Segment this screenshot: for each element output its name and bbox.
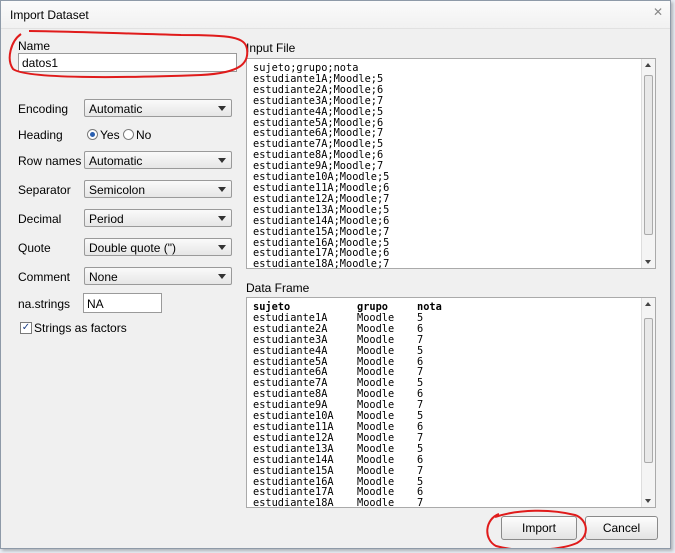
table-cell: 7 [417, 366, 424, 379]
table-cell: Moodle [357, 497, 395, 508]
encoding-value: Automatic [89, 102, 143, 116]
table-cell: 6 [417, 322, 424, 335]
table-cell: Moodle [357, 333, 395, 346]
scroll-up-icon[interactable] [645, 63, 651, 67]
decimal-label: Decimal [18, 212, 62, 226]
na-strings-input[interactable]: NA [83, 293, 162, 313]
table-cell: 6 [417, 355, 424, 368]
input-file-line: estudiante14A;Moodle;6 [253, 214, 390, 227]
table-cell: 5 [417, 377, 424, 390]
separator-select[interactable]: Semicolon [84, 180, 232, 198]
table-cell: estudiante3A [253, 333, 328, 346]
heading-no-radio[interactable] [123, 129, 134, 140]
table-cell: 5 [417, 344, 424, 357]
input-file-panel[interactable]: sujeto;grupo;nota estudiante1A;Moodle;5 es… [246, 58, 656, 269]
encoding-label: Encoding [18, 102, 69, 116]
scroll-up-icon[interactable] [645, 302, 651, 306]
cancel-button[interactable]: Cancel [585, 516, 658, 540]
table-cell: 7 [417, 333, 424, 346]
table-cell: 5 [417, 311, 424, 324]
table-cell: 5 [417, 442, 424, 455]
input-file-label: Input File [246, 41, 296, 55]
table-cell: 7 [417, 497, 424, 508]
table-cell: 5 [417, 475, 424, 488]
row-names-value: Automatic [89, 154, 143, 168]
na-strings-label: na.strings [18, 297, 71, 311]
dialog-title: Import Dataset [10, 8, 89, 22]
data-frame-table: sujeto grupo nota estudiante1A Moodle 5 estudi… [253, 301, 457, 508]
table-cell: estudiante14A [253, 453, 334, 466]
table-cell: Moodle [357, 453, 395, 466]
encoding-select[interactable]: Automatic [84, 99, 232, 117]
import-button[interactable]: Import [501, 516, 577, 540]
table-cell: 7 [417, 464, 424, 477]
comment-select[interactable]: None [84, 267, 232, 285]
title-bar: Import Dataset ✕ [1, 1, 670, 29]
comment-value: None [89, 270, 118, 284]
data-frame-scrollbar[interactable] [641, 298, 655, 507]
import-dataset-dialog: Import Dataset ✕ Name datos1 Encoding Au… [0, 0, 671, 549]
table-cell: 7 [417, 431, 424, 444]
name-label: Name [18, 39, 51, 53]
table-cell: 6 [417, 388, 424, 401]
chevron-down-icon [218, 106, 226, 111]
heading-no-label: No [136, 128, 152, 142]
table-cell: estudiante15A [253, 464, 334, 477]
name-input[interactable]: datos1 [18, 53, 237, 72]
table-cell: estudiante4A [253, 344, 328, 357]
table-cell: Moodle [357, 344, 395, 357]
quote-select[interactable]: Double quote (") [84, 238, 232, 256]
data-frame-label: Data Frame [246, 281, 310, 295]
comment-label: Comment [18, 270, 71, 284]
separator-value: Semicolon [89, 183, 146, 197]
input-file-scrollbar[interactable] [641, 59, 655, 268]
row-names-select[interactable]: Automatic [84, 151, 232, 169]
input-file-text: sujeto;grupo;nota estudiante1A;Moodle;5 es… [253, 63, 390, 269]
scroll-thumb[interactable] [644, 75, 653, 235]
decimal-value: Period [89, 212, 124, 226]
separator-label: Separator [18, 183, 71, 197]
table-cell: Moodle [357, 464, 395, 477]
decimal-select[interactable]: Period [84, 209, 232, 227]
table-cell: 7 [417, 399, 424, 412]
input-file-line: estudiante3A;Moodle;7 [253, 94, 384, 107]
table-cell: 6 [417, 486, 424, 499]
chevron-down-icon [218, 187, 226, 192]
table-cell: estudiante18A [253, 497, 334, 508]
input-file-line: estudiante4A;Moodle;5 [253, 105, 384, 118]
close-icon[interactable]: ✕ [651, 5, 665, 19]
na-strings-value: NA [87, 297, 104, 311]
strings-as-factors-label: Strings as factors [34, 321, 127, 335]
chevron-down-icon [218, 274, 226, 279]
heading-yes-radio[interactable] [87, 129, 98, 140]
quote-label: Quote [18, 241, 51, 255]
heading-label: Heading [18, 128, 63, 142]
name-input-value: datos1 [22, 56, 59, 70]
chevron-down-icon [218, 245, 226, 250]
heading-yes-label: Yes [100, 128, 120, 142]
table-cell: 5 [417, 410, 424, 423]
input-file-line: estudiante18A;Moodle;7 [253, 258, 390, 269]
scroll-down-icon[interactable] [645, 260, 651, 264]
data-frame-panel[interactable]: sujeto grupo nota estudiante1A Moodle 5 estudi… [246, 297, 656, 508]
input-file-line: estudiante15A;Moodle;7 [253, 225, 390, 238]
row-names-label: Row names [18, 154, 82, 168]
quote-value: Double quote (") [89, 241, 176, 255]
table-cell: 6 [417, 453, 424, 466]
scroll-down-icon[interactable] [645, 499, 651, 503]
chevron-down-icon [218, 216, 226, 221]
table-cell: 6 [417, 420, 424, 433]
column-header: nota [417, 301, 442, 313]
strings-as-factors-checkbox[interactable]: ✓ [20, 322, 32, 334]
scroll-thumb[interactable] [644, 318, 653, 463]
chevron-down-icon [218, 158, 226, 163]
